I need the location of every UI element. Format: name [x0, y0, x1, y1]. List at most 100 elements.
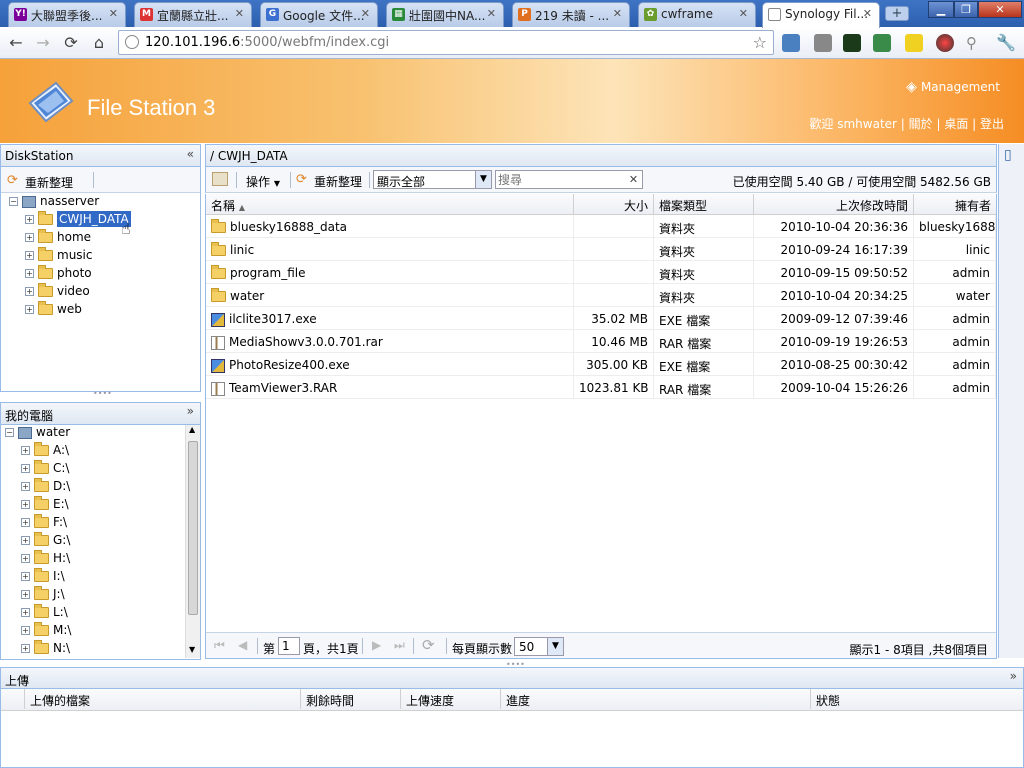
- key-icon[interactable]: ⚲: [966, 34, 984, 52]
- wrench-icon[interactable]: 🔧: [996, 34, 1016, 52]
- column-header-modified[interactable]: 上次修改時間: [754, 194, 914, 214]
- extension-icon[interactable]: [843, 34, 861, 52]
- column-header-remaining[interactable]: 剩餘時間: [301, 689, 401, 709]
- browser-tab[interactable]: M 宜蘭縣立壯... ✕: [134, 2, 252, 27]
- close-tab-icon[interactable]: ✕: [863, 7, 872, 20]
- tree-drive-item[interactable]: + G:\: [21, 532, 70, 551]
- expand-toggle-icon[interactable]: +: [25, 215, 34, 224]
- expand-toggle-icon[interactable]: +: [25, 233, 34, 242]
- tree-root-nasserver[interactable]: − nasserver: [9, 194, 99, 212]
- tree-drive-item[interactable]: + D:\: [21, 478, 70, 497]
- browser-tab[interactable]: G Google 文件... ✕: [260, 2, 378, 27]
- tree-folder-item[interactable]: + photo: [25, 265, 92, 284]
- column-header-type[interactable]: 檔案類型: [654, 194, 754, 214]
- expand-toggle-icon[interactable]: +: [25, 269, 34, 278]
- file-row[interactable]: ilclite3017.exe 35.02 MB EXE 檔案 2009-09-12 …: [206, 307, 996, 330]
- tree-folder-item[interactable]: + music: [25, 247, 92, 266]
- reload-icon[interactable]: ⟳: [61, 33, 81, 53]
- browser-tab[interactable]: ✿ cwframe ✕: [638, 2, 756, 27]
- management-link[interactable]: ◈ Management: [906, 79, 1000, 95]
- close-tab-icon[interactable]: ✕: [109, 7, 118, 20]
- expand-toggle-icon[interactable]: +: [21, 608, 30, 617]
- user-links[interactable]: 歡迎 smhwater | 關於 | 桌面 | 登出: [809, 115, 1004, 132]
- search-field[interactable]: ✕: [495, 170, 643, 189]
- home-icon[interactable]: ⌂: [89, 33, 109, 53]
- expand-down-icon[interactable]: »: [187, 404, 194, 418]
- minimize-button[interactable]: ▁: [928, 1, 954, 18]
- column-header-status[interactable]: 狀態: [811, 689, 1023, 709]
- tree-drive-item[interactable]: + L:\: [21, 604, 68, 623]
- expand-down-icon[interactable]: »: [1010, 669, 1017, 683]
- collapse-toggle-icon[interactable]: −: [5, 428, 14, 437]
- collapse-toggle-icon[interactable]: −: [9, 197, 18, 206]
- per-page-select[interactable]: 50 ▼: [514, 637, 564, 656]
- tree-folder-item[interactable]: + home: [25, 229, 91, 248]
- tree-drive-item[interactable]: + C:\: [21, 460, 69, 479]
- expand-toggle-icon[interactable]: +: [21, 518, 30, 527]
- expand-toggle-icon[interactable]: +: [21, 554, 30, 563]
- refresh-icon[interactable]: ⟳: [422, 636, 435, 654]
- file-row[interactable]: water 資料夾 2010-10-04 20:34:25 water: [206, 284, 996, 307]
- tree-drive-item[interactable]: + I:\: [21, 568, 65, 587]
- tree-drive-item[interactable]: + N:\: [21, 640, 70, 659]
- extension-icon[interactable]: [936, 34, 954, 52]
- refresh-button[interactable]: 重新整理: [25, 174, 73, 191]
- tree-folder-item[interactable]: + video: [25, 283, 90, 302]
- tree-root-water[interactable]: − water: [5, 425, 70, 443]
- column-header-size[interactable]: 大小: [574, 194, 654, 214]
- actions-menu-button[interactable]: 操作 ▼: [246, 173, 280, 190]
- first-page-icon[interactable]: ⏮: [214, 638, 225, 653]
- back-arrow-icon[interactable]: ←: [6, 33, 26, 53]
- column-header-owner[interactable]: 擁有者: [914, 194, 996, 214]
- expand-toggle-icon[interactable]: +: [21, 536, 30, 545]
- forward-arrow-icon[interactable]: →: [33, 33, 53, 53]
- close-tab-icon[interactable]: ✕: [235, 7, 244, 20]
- tree-drive-item[interactable]: + A:\: [21, 442, 69, 461]
- page-number-input[interactable]: [278, 637, 300, 655]
- browser-tab[interactable]: Y! 大聯盟季後... ✕: [8, 2, 126, 27]
- close-tab-icon[interactable]: ✕: [361, 7, 370, 20]
- browser-tab[interactable]: P 219 未讀 - ... ✕: [512, 2, 630, 27]
- close-tab-icon[interactable]: ✕: [739, 7, 748, 20]
- expand-toggle-icon[interactable]: +: [21, 626, 30, 635]
- expand-toggle-icon[interactable]: +: [21, 572, 30, 581]
- expand-toggle-icon[interactable]: +: [21, 500, 30, 509]
- chevron-down-icon[interactable]: ▼: [547, 638, 563, 655]
- tree-drive-item[interactable]: + E:\: [21, 496, 69, 515]
- tree-drive-item[interactable]: + F:\: [21, 514, 67, 533]
- tree-drive-item[interactable]: + H:\: [21, 550, 70, 569]
- column-header-upload-file[interactable]: 上傳的檔案: [25, 689, 301, 709]
- collapse-icon[interactable]: «: [187, 147, 194, 161]
- clear-search-icon[interactable]: ✕: [626, 172, 641, 187]
- extension-icon[interactable]: [814, 34, 832, 52]
- scroll-up-icon[interactable]: ▲: [189, 425, 195, 434]
- browser-tab[interactable]: Synology Fil... ✕: [762, 2, 880, 28]
- close-tab-icon[interactable]: ✕: [487, 7, 496, 20]
- tree-drive-item[interactable]: + M:\: [21, 622, 71, 641]
- extension-icon[interactable]: [873, 34, 891, 52]
- notification-icon[interactable]: [905, 34, 923, 52]
- scroll-down-icon[interactable]: ▼: [189, 645, 195, 654]
- filter-select[interactable]: 顯示全部 ▼: [373, 170, 492, 189]
- prev-page-icon[interactable]: ◀: [238, 638, 247, 652]
- ie-tab-icon[interactable]: [782, 34, 800, 52]
- splitter-handle[interactable]: ••••: [506, 660, 525, 669]
- file-row[interactable]: linic 資料夾 2010-09-24 16:17:39 linic: [206, 238, 996, 261]
- file-row[interactable]: PhotoResize400.exe 305.00 KB EXE 檔案 2010-08…: [206, 353, 996, 376]
- column-header-speed[interactable]: 上傳速度: [401, 689, 501, 709]
- chevron-down-icon[interactable]: ▼: [475, 171, 491, 188]
- expand-toggle-icon[interactable]: +: [21, 590, 30, 599]
- tree-drive-item[interactable]: + J:\: [21, 586, 65, 605]
- new-tab-button[interactable]: +: [885, 6, 909, 21]
- tree-folder-item[interactable]: + CWJH_DATA: [25, 211, 131, 230]
- close-window-button[interactable]: ✕: [978, 1, 1022, 18]
- search-input[interactable]: [498, 172, 624, 187]
- column-header-progress[interactable]: 進度: [501, 689, 811, 709]
- next-page-icon[interactable]: ▶: [372, 638, 381, 652]
- expand-toggle-icon[interactable]: +: [25, 287, 34, 296]
- address-bar[interactable]: 120.101.196.6:5000/webfm/index.cgi ☆: [118, 30, 774, 55]
- bookmark-star-icon[interactable]: ☆: [753, 33, 767, 52]
- close-tab-icon[interactable]: ✕: [613, 7, 622, 20]
- scrollbar-thumb[interactable]: [188, 441, 198, 615]
- expand-toggle-icon[interactable]: +: [25, 251, 34, 260]
